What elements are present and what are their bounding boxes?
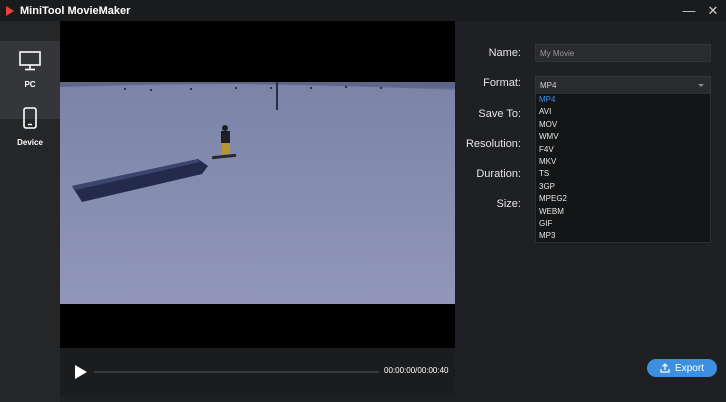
export-settings-panel: Name: Format: MP4 Save To: Resolution: D… — [455, 21, 726, 402]
name-input[interactable] — [535, 44, 711, 62]
format-selected-value: MP4 — [540, 81, 557, 90]
format-dropdown: MP4 AVI MOV WMV F4V MKV TS 3GP MPEG2 WEB… — [535, 93, 711, 243]
app-title: MiniTool MovieMaker — [20, 4, 131, 17]
chevron-down-icon — [698, 84, 704, 87]
duration-label: Duration: — [476, 168, 521, 180]
format-option[interactable]: MKV — [539, 156, 556, 168]
format-option[interactable]: TS — [539, 168, 549, 180]
format-label: Format: — [483, 77, 521, 89]
sidebar-item-label: Device — [17, 138, 43, 147]
progress-bar[interactable] — [94, 371, 379, 373]
format-option[interactable]: WMV — [539, 131, 559, 143]
format-option[interactable]: AVI — [539, 106, 551, 118]
sidebar: PC Device — [0, 21, 60, 402]
format-option[interactable]: F4V — [539, 144, 554, 156]
format-option[interactable]: MP3 — [539, 230, 555, 242]
export-button[interactable]: Export — [647, 359, 717, 377]
timecode: 00:00:00/00:00:40 — [384, 366, 449, 375]
size-label: Size: — [496, 198, 521, 210]
export-icon — [660, 363, 670, 373]
play-button[interactable] — [75, 365, 87, 379]
sidebar-item-device[interactable]: Device — [0, 99, 60, 159]
player-controls: 00:00:00/00:00:40 — [60, 348, 455, 396]
title-bar: MiniTool MovieMaker — ✕ — [0, 0, 726, 21]
saveto-label: Save To: — [478, 108, 521, 120]
app-logo-icon — [6, 5, 14, 16]
video-preview: 00:00:00/00:00:40 — [60, 21, 455, 396]
export-label: Export — [675, 362, 704, 374]
format-option[interactable]: MOV — [539, 119, 557, 131]
phone-icon — [22, 107, 38, 134]
close-button[interactable]: ✕ — [700, 0, 726, 21]
monitor-icon — [19, 51, 41, 76]
format-select[interactable]: MP4 — [535, 76, 711, 94]
resolution-label: Resolution: — [465, 138, 521, 150]
format-option[interactable]: MP4 — [539, 94, 555, 106]
format-option[interactable]: WEBM — [539, 206, 564, 218]
format-option[interactable]: 3GP — [539, 181, 555, 193]
sidebar-item-label: PC — [24, 80, 36, 89]
format-option[interactable]: GIF — [539, 218, 552, 230]
video-frame — [60, 82, 455, 304]
minimize-button[interactable]: — — [676, 0, 702, 21]
format-option[interactable]: MPEG2 — [539, 193, 567, 205]
name-label: Name: — [488, 47, 521, 59]
